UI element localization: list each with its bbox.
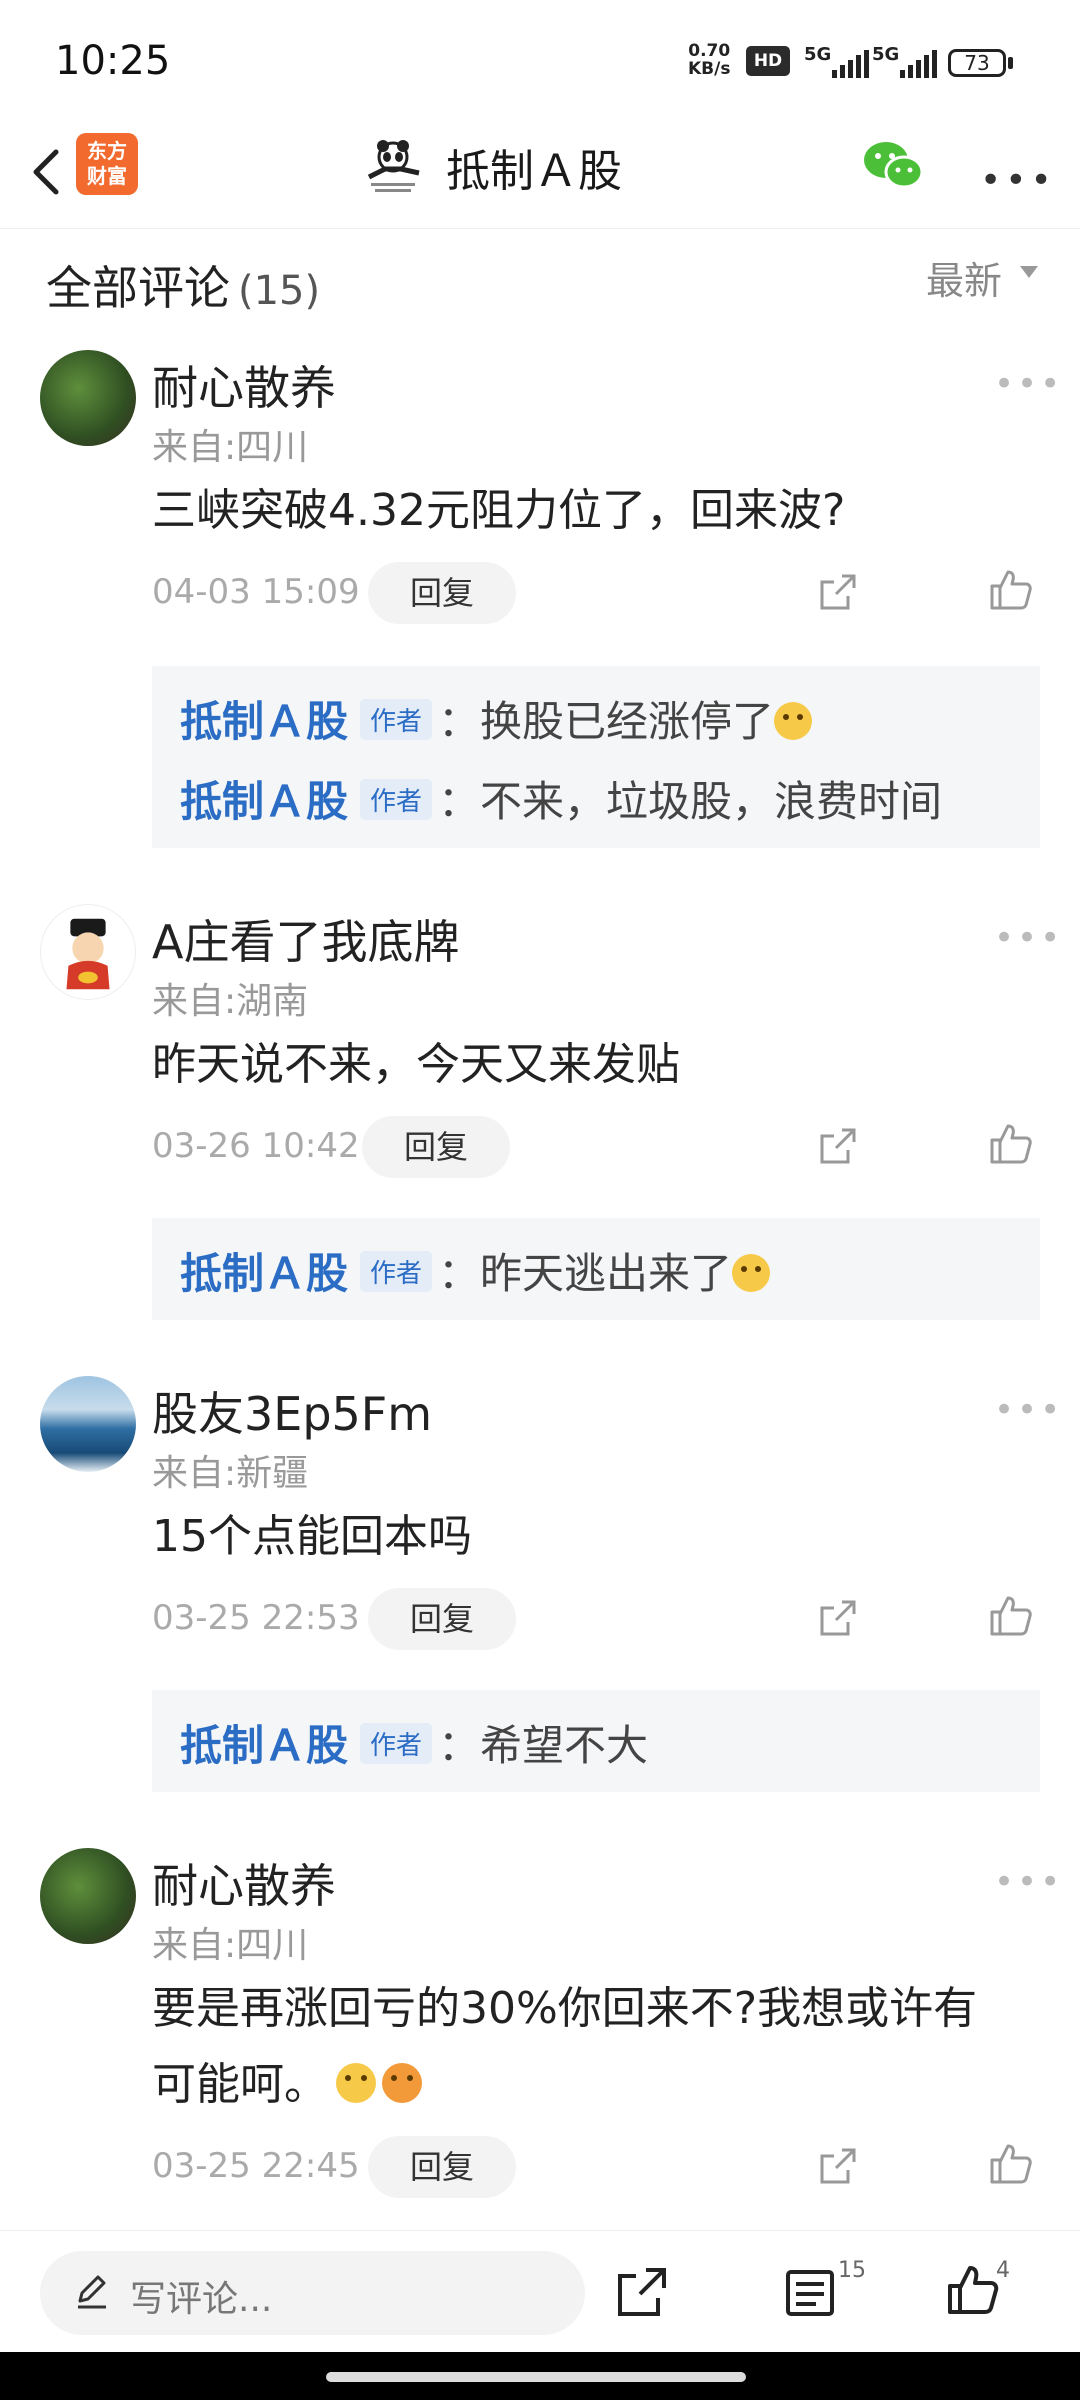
reply-item[interactable]: 抵制Ａ股 作者 ：换股已经涨停了 (180, 688, 813, 749)
share-icon[interactable] (614, 2264, 670, 2320)
comment-text: 三峡突破4.32元阻力位了，回来波? (152, 485, 846, 536)
comments-icon[interactable] (782, 2264, 838, 2320)
reply-button[interactable]: 回复 (368, 1588, 516, 1650)
5g-label-1: 5G (804, 44, 832, 65)
author-badge: 作者 (360, 1723, 433, 1764)
reply-item[interactable]: 抵制Ａ股 作者 ：不来，垃圾股，浪费时间 (180, 768, 942, 829)
reply-button[interactable]: 回复 (368, 2136, 516, 2198)
comment-text: 要是再涨回亏的30%你回来不?我想或许有 (152, 1983, 978, 2034)
comment-more-icon[interactable]: ••• (994, 364, 1063, 404)
reply-author[interactable]: 抵制Ａ股 (180, 1721, 348, 1770)
comment-location: 来自:四川 (152, 427, 309, 468)
home-gesture-handle[interactable] (326, 2372, 746, 2382)
author-badge: 作者 (360, 779, 433, 820)
flushed-emoji-icon (336, 2063, 376, 2103)
like-icon[interactable] (986, 1120, 1034, 1168)
hd-icon: HD (746, 46, 790, 76)
reply-author[interactable]: 抵制Ａ股 (180, 697, 348, 746)
author-badge: 作者 (360, 699, 433, 740)
more-options-icon[interactable]: ••• (980, 160, 1056, 201)
reply-text: ：希望不大 (438, 1721, 649, 1770)
app-logo[interactable]: 东方 财富 (76, 133, 138, 195)
comment-more-icon[interactable]: ••• (994, 1390, 1063, 1430)
avatar[interactable] (40, 1376, 136, 1472)
comment-text-continued: 可能呵。 (152, 2059, 328, 2110)
reply-text: ：不来，垃圾股，浪费时间 (438, 777, 943, 826)
app-logo-line1: 东方 (87, 139, 127, 163)
pen-icon (78, 2275, 106, 2309)
comment-location: 来自:新疆 (152, 1453, 309, 1494)
sort-caret-icon[interactable] (1020, 266, 1038, 278)
battery-icon: 73 (948, 49, 1006, 77)
status-bar: 10:25 0.70 KB/s HD 5G 5G 73 (0, 0, 1080, 120)
comment-date: 03-25 22:45 (152, 2146, 360, 2186)
net-speed-unit: KB/s (688, 59, 731, 79)
comment-more-icon[interactable]: ••• (994, 1862, 1063, 1902)
battery-tip (1008, 57, 1013, 69)
reply-button[interactable]: 回复 (362, 1116, 510, 1178)
comment-text-line2: 可能呵。 (152, 2046, 1052, 2124)
avatar[interactable] (40, 350, 136, 446)
comment-date: 04-03 15:09 (152, 572, 360, 612)
comments-header: 全部评论 (15) (46, 252, 320, 318)
comment-more-icon[interactable]: ••• (994, 918, 1063, 958)
reply-thread: 抵制Ａ股 作者 ：昨天逃出来了 (152, 1218, 1040, 1320)
comment-date: 03-26 10:42 (152, 1126, 360, 1166)
reply-thread: 抵制Ａ股 作者 ：换股已经涨停了 抵制Ａ股 作者 ：不来，垃圾股，浪费时间 (152, 666, 1040, 848)
like-icon[interactable] (944, 2262, 1000, 2318)
avatar[interactable] (40, 1848, 136, 1944)
share-icon[interactable] (814, 568, 862, 616)
god-of-wealth-avatar-icon (66, 918, 110, 990)
page-title: 抵制Ａ股 (446, 146, 622, 197)
comments-title: 全部评论 (46, 261, 230, 315)
like-icon[interactable] (986, 1592, 1034, 1640)
reply-text: ：昨天逃出来了 (438, 1249, 733, 1298)
comment-username[interactable]: 股友3Ep5Fm (152, 1378, 432, 1444)
signal-icon-2 (900, 50, 937, 78)
avatar[interactable] (40, 904, 136, 1000)
write-comment-input[interactable] (40, 2251, 585, 2335)
reply-item[interactable]: 抵制Ａ股 作者 ：昨天逃出来了 (180, 1240, 771, 1301)
status-time: 10:25 (55, 38, 171, 84)
comment-username[interactable]: 耐心散养 (152, 352, 336, 418)
share-icon[interactable] (814, 1594, 862, 1642)
comment-username[interactable]: A庄看了我底牌 (152, 906, 459, 972)
laugh-cry-emoji-icon (732, 1254, 771, 1292)
back-arrow-icon[interactable] (18, 142, 78, 202)
comments-count: (15) (238, 268, 321, 314)
sort-dropdown[interactable]: 最新 (926, 250, 1002, 305)
wechat-share-icon[interactable] (862, 138, 926, 194)
reply-thread: 抵制Ａ股 作者 ：希望不大 (152, 1690, 1040, 1792)
comment-username[interactable]: 耐心散养 (152, 1850, 336, 1916)
reply-author[interactable]: 抵制Ａ股 (180, 777, 348, 826)
signal-icon-1 (832, 50, 869, 78)
reply-item[interactable]: 抵制Ａ股 作者 ：希望不大 (180, 1712, 648, 1773)
app-logo-line2: 财富 (87, 164, 127, 188)
reply-button[interactable]: 回复 (368, 562, 516, 624)
like-icon[interactable] (986, 2140, 1034, 2188)
comment-date: 03-25 22:53 (152, 1598, 360, 1638)
net-speed: 0.70 KB/s (688, 42, 730, 78)
comment-count-badge: 15 (838, 2258, 866, 2283)
author-avatar-icon[interactable] (361, 133, 425, 197)
net-speed-value: 0.70 (688, 41, 731, 61)
tongue-emoji-icon (382, 2063, 422, 2103)
author-badge: 作者 (360, 1251, 433, 1292)
reply-text: ：换股已经涨停了 (438, 697, 775, 746)
grin-emoji-icon (774, 702, 813, 740)
comment-location: 来自:四川 (152, 1925, 309, 1966)
5g-label-2: 5G (872, 44, 900, 65)
reply-author[interactable]: 抵制Ａ股 (180, 1249, 348, 1298)
comment-text: 昨天说不来，今天又来发贴 (152, 1039, 680, 1090)
write-comment-placeholder[interactable]: 写评论... (130, 2270, 272, 2322)
like-icon[interactable] (986, 566, 1034, 614)
share-icon[interactable] (814, 1122, 862, 1170)
comment-location: 来自:湖南 (152, 981, 309, 1022)
comment-text: 15个点能回本吗 (152, 1511, 472, 1562)
like-count-badge: 4 (996, 2258, 1010, 2283)
share-icon[interactable] (814, 2142, 862, 2190)
